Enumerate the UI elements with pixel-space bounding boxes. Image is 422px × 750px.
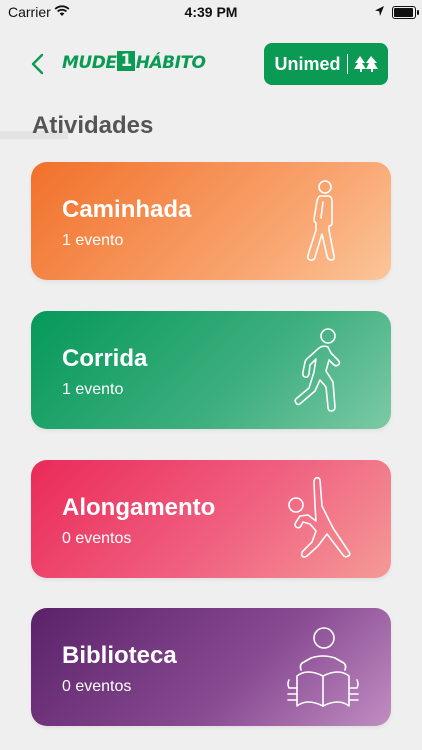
activity-event-count: 0 eventos [62,678,132,695]
brand-right: HÁBITO [135,53,206,73]
navigation-bar: MUDE 1 HÁBITO Unimed [0,40,422,88]
unimed-logo-button[interactable]: Unimed [264,43,388,85]
unimed-divider [346,54,348,74]
stretching-person-icon [285,476,361,564]
running-person-icon [285,327,361,415]
brand-left: MUDE [62,53,117,73]
activity-event-count: 1 evento [62,381,124,398]
status-time: 4:39 PM [184,4,238,20]
back-chevron-icon[interactable] [28,52,48,76]
activity-name: Corrida [62,345,148,372]
unimed-tree-icon [353,56,378,72]
activity-name: Biblioteca [62,642,177,669]
activity-event-count: 0 eventos [62,530,132,547]
unimed-label: Unimed [274,53,341,74]
activity-card-caminhada[interactable]: Caminhada 1 evento [31,162,391,280]
activity-name: Alongamento [62,494,216,521]
activity-event-count: 1 evento [62,232,124,249]
brand-number: 1 [117,51,135,71]
activity-card-alongamento[interactable]: Alongamento 0 eventos [31,460,391,578]
activity-name: Caminhada [62,196,192,223]
page-title: Atividades [32,112,154,139]
battery-icon [392,6,419,19]
walking-person-icon [285,178,361,266]
activity-card-biblioteca[interactable]: Biblioteca 0 eventos [31,608,391,726]
reading-person-icon [285,624,361,712]
status-bar: Carrier 4:39 PM [0,0,422,24]
location-arrow-icon [375,6,384,16]
activity-card-corrida[interactable]: Corrida 1 evento [31,311,391,429]
mude-1-habito-logo: MUDE 1 HÁBITO [62,51,206,77]
